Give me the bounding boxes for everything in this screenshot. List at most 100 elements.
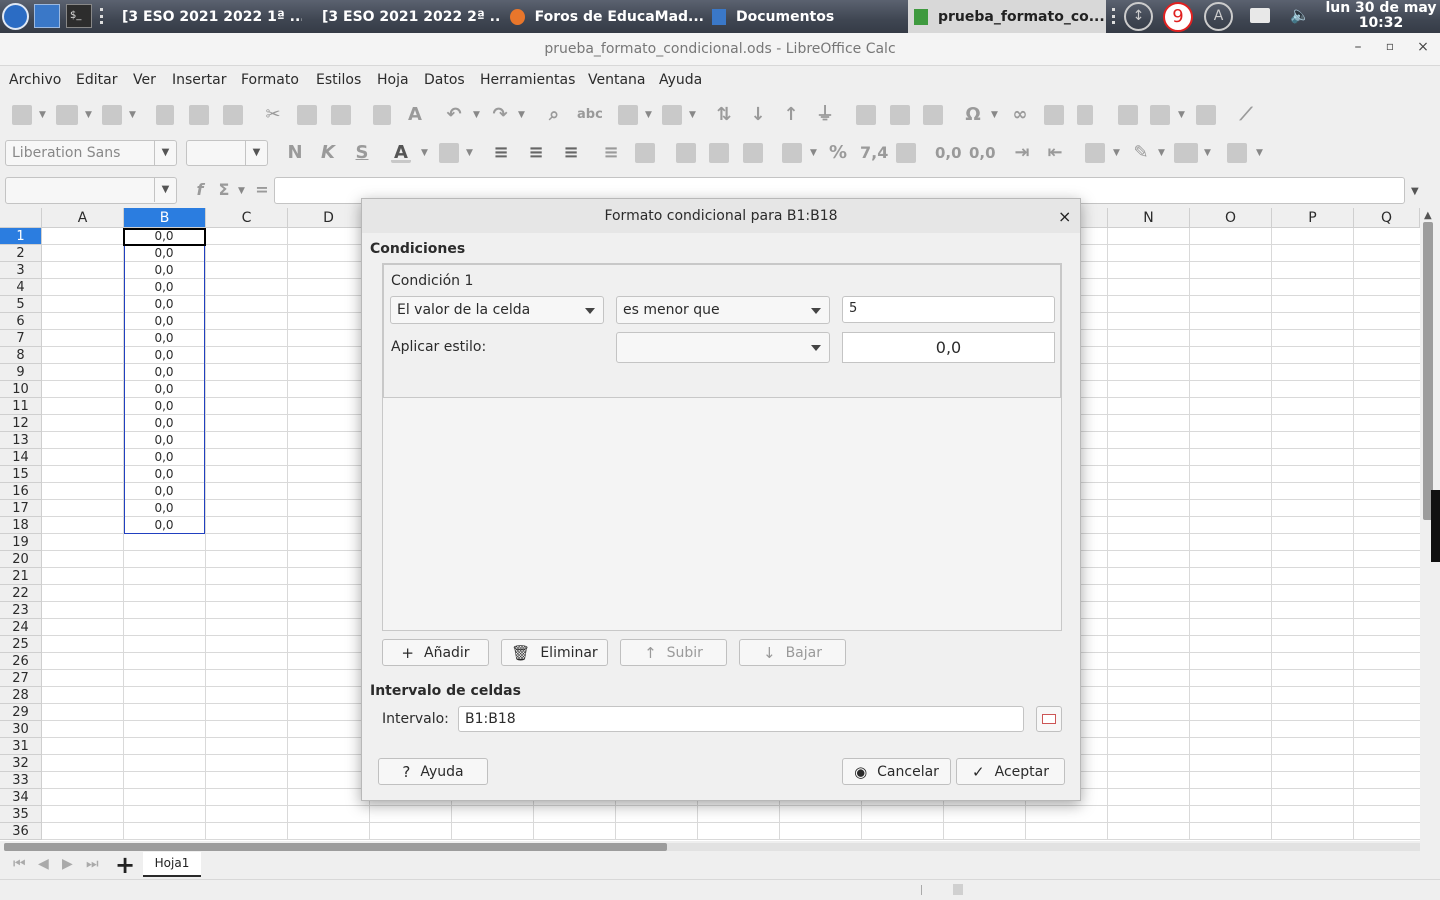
row-header[interactable]: 24 xyxy=(0,619,42,636)
conditional-format-icon[interactable] xyxy=(1227,143,1247,163)
taskbar-window-firefox[interactable]: Foros de EducaMad... xyxy=(510,0,704,33)
chevron-down-icon[interactable]: ▼ xyxy=(689,110,696,120)
clone-formatting-icon[interactable] xyxy=(373,105,391,125)
sort-icon[interactable]: ⇅ xyxy=(714,105,734,125)
dialog-close-icon[interactable]: × xyxy=(1058,207,1071,226)
scroll-handle-icon[interactable] xyxy=(1431,490,1440,562)
chevron-down-icon[interactable]: ▼ xyxy=(810,148,817,158)
row-header[interactable]: 7 xyxy=(0,330,42,347)
corner-select-all[interactable] xyxy=(0,208,42,228)
row-header[interactable]: 33 xyxy=(0,772,42,789)
chevron-down-icon[interactable]: ▼ xyxy=(245,141,267,165)
row-header[interactable]: 31 xyxy=(0,738,42,755)
insert-image-icon[interactable] xyxy=(856,105,876,125)
insert-chart-icon[interactable] xyxy=(890,105,910,125)
column-header-o[interactable]: O xyxy=(1190,208,1272,228)
sheet-tab-hoja1[interactable]: Hoja1 xyxy=(143,852,201,877)
comment-icon[interactable] xyxy=(1044,105,1064,125)
show-desktop-icon[interactable] xyxy=(34,4,60,28)
row-header[interactable]: 1 xyxy=(0,228,42,245)
export-pdf-icon[interactable] xyxy=(156,105,174,125)
menu-ventana[interactable]: Ventana xyxy=(588,72,646,88)
chevron-down-icon[interactable]: ▼ xyxy=(1256,148,1263,158)
row-header[interactable]: 15 xyxy=(0,466,42,483)
border-color-icon[interactable] xyxy=(1174,143,1198,163)
horizontal-scroll-thumb[interactable] xyxy=(4,843,667,851)
condition-value-input[interactable]: 5 xyxy=(842,296,1055,323)
header-footer-icon[interactable] xyxy=(1077,105,1093,125)
chevron-down-icon[interactable]: ▼ xyxy=(645,110,652,120)
minimize-icon[interactable]: – xyxy=(1348,39,1368,59)
spelling-icon[interactable]: abc xyxy=(577,105,603,125)
remove-condition-button[interactable]: 🗑 Eliminar xyxy=(501,639,608,666)
row-header[interactable]: 8 xyxy=(0,347,42,364)
horizontal-scroll-track[interactable] xyxy=(4,843,1420,851)
row-header[interactable]: 12 xyxy=(0,415,42,432)
row-header[interactable]: 6 xyxy=(0,313,42,330)
range-input[interactable]: B1:B18 xyxy=(458,706,1024,732)
ok-button[interactable]: ✓ Aceptar xyxy=(956,758,1065,785)
chevron-down-icon[interactable]: ▼ xyxy=(466,148,473,158)
vertical-scrollbar[interactable]: ▲ xyxy=(1420,208,1440,841)
chevron-down-icon[interactable]: ▼ xyxy=(1178,110,1185,120)
align-top-icon[interactable] xyxy=(676,143,696,163)
freeze-rows-icon[interactable] xyxy=(1150,105,1170,125)
expand-formula-icon[interactable]: ▼ xyxy=(1411,186,1419,197)
row-header[interactable]: 4 xyxy=(0,279,42,296)
row-header[interactable]: 3 xyxy=(0,262,42,279)
percent-format-icon[interactable]: % xyxy=(828,143,848,163)
chevron-down-icon[interactable]: ▼ xyxy=(518,110,525,120)
move-down-button[interactable]: ↓ Bajar xyxy=(739,639,846,666)
move-up-button[interactable]: ↑ Subir xyxy=(620,639,727,666)
taskbar-window-calc[interactable]: prueba_formato_co... xyxy=(908,0,1106,33)
font-size-combo[interactable]: ▼ xyxy=(186,140,268,166)
wrap-text-icon[interactable]: ≡ xyxy=(601,143,621,163)
menu-estilos[interactable]: Estilos xyxy=(316,72,361,88)
border-style-icon[interactable]: ✎ xyxy=(1131,143,1151,163)
row-header[interactable]: 5 xyxy=(0,296,42,313)
row-header[interactable]: 29 xyxy=(0,704,42,721)
terminal-icon[interactable]: $_ xyxy=(66,4,92,28)
maximize-icon[interactable]: ▫ xyxy=(1380,39,1400,59)
help-button[interactable]: ? Ayuda xyxy=(378,758,488,785)
row-header[interactable]: 30 xyxy=(0,721,42,738)
chevron-down-icon[interactable]: ▼ xyxy=(154,178,176,202)
chevron-down-icon[interactable]: ▼ xyxy=(1113,148,1120,158)
row-header[interactable]: 22 xyxy=(0,585,42,602)
previous-sheet-icon[interactable]: ◀ xyxy=(38,856,49,872)
number-format-icon[interactable]: 7,4 xyxy=(860,143,888,163)
decrease-indent-icon[interactable]: ⇤ xyxy=(1045,143,1065,163)
column-icon[interactable] xyxy=(662,105,682,125)
italic-icon[interactable]: K xyxy=(318,143,338,163)
new-document-icon[interactable] xyxy=(12,105,32,125)
row-header[interactable]: 10 xyxy=(0,381,42,398)
sort-ascending-icon[interactable]: ↓ xyxy=(748,105,768,125)
row-header[interactable]: 17 xyxy=(0,500,42,517)
volume-icon[interactable]: 🔈 xyxy=(1290,5,1310,25)
chevron-down-icon[interactable]: ▼ xyxy=(85,110,92,120)
close-icon[interactable]: × xyxy=(1413,39,1433,59)
copy-icon[interactable] xyxy=(297,105,317,125)
update-icon[interactable]: ↕ xyxy=(1124,2,1153,31)
row-header[interactable]: 2 xyxy=(0,245,42,262)
underline-icon[interactable]: S xyxy=(352,143,372,163)
sum-icon[interactable]: Σ xyxy=(214,180,234,200)
row-header[interactable]: 26 xyxy=(0,653,42,670)
column-header-n[interactable]: N xyxy=(1108,208,1190,228)
chevron-down-icon[interactable]: ▼ xyxy=(39,110,46,120)
condition-type-select[interactable]: El valor de la celda xyxy=(390,296,604,324)
show-draw-functions-icon[interactable]: ⟋ xyxy=(1236,105,1256,125)
menu-ayuda[interactable]: Ayuda xyxy=(659,72,702,88)
last-sheet-icon[interactable]: ⏭ xyxy=(86,856,99,872)
row-header[interactable]: 16 xyxy=(0,483,42,500)
row-header[interactable]: 9 xyxy=(0,364,42,381)
scroll-up-icon[interactable]: ▲ xyxy=(1424,210,1432,221)
date-format-icon[interactable] xyxy=(896,143,916,163)
cancel-button[interactable]: ◉ Cancelar xyxy=(842,758,951,785)
row-header[interactable]: 14 xyxy=(0,449,42,466)
menu-datos[interactable]: Datos xyxy=(424,72,465,88)
pivot-table-icon[interactable] xyxy=(923,105,943,125)
name-box[interactable]: ▼ xyxy=(5,177,177,204)
add-condition-button[interactable]: + Añadir xyxy=(382,639,489,666)
clear-formatting-icon[interactable]: A xyxy=(405,105,425,125)
